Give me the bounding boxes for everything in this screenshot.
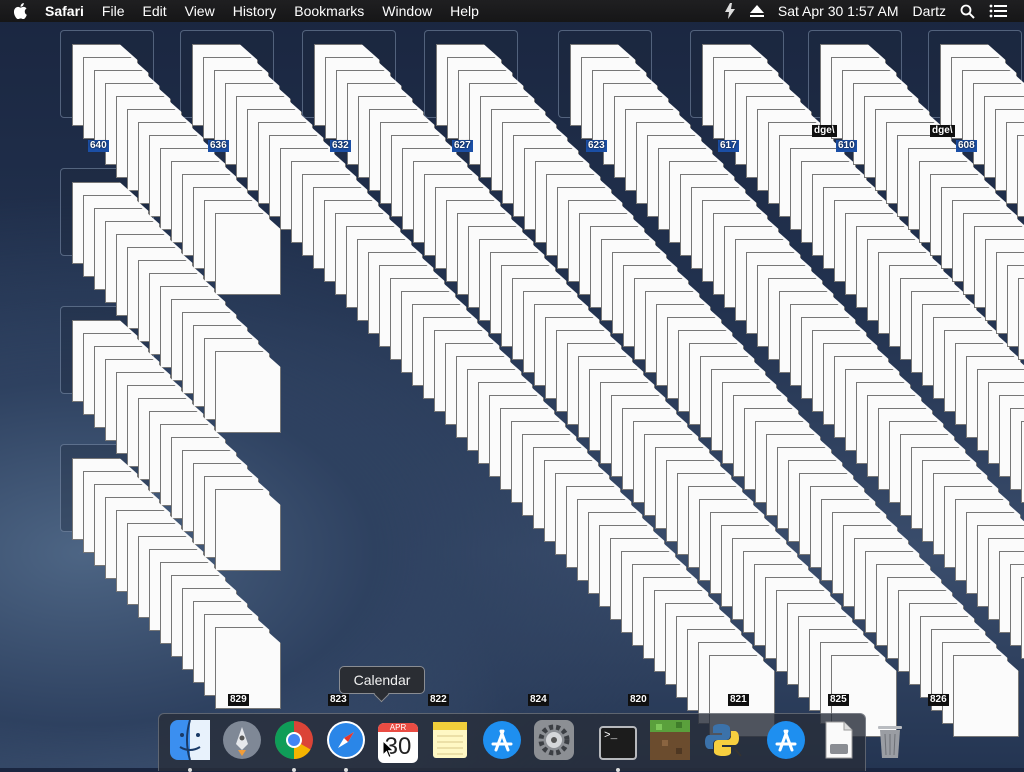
menu-bar: Safari File Edit View History Bookmarks Windo… [0,0,1024,22]
calendar-month: APR [378,722,418,732]
file-name-label: 829 [228,694,249,706]
menu-view[interactable]: View [176,0,224,22]
file-name-label: 627 [452,140,473,152]
dock-item-system-preferences[interactable] [531,720,577,766]
file-icon[interactable] [215,489,281,571]
running-indicator [188,767,192,772]
file-name-label: 610 [836,140,857,152]
dock-item-terminal[interactable]: >_ [595,720,641,772]
app-store-icon [482,720,522,765]
file-name-label: 821 [728,694,749,706]
file-name-label: 825 [828,694,849,706]
apple-menu-icon[interactable] [6,3,36,19]
desktop: 640 636 632 627 623 617 610 608 dge\ dge\ 829 823 82… [0,22,1024,768]
menu-help[interactable]: Help [441,0,488,22]
menu-bar-left: Safari File Edit View History Bookmarks Windo… [0,0,488,22]
finder-icon [170,719,210,765]
file-name-label: 623 [586,140,607,152]
dock-item-minecraft[interactable] [647,720,693,766]
notification-center-icon[interactable] [982,4,1014,18]
menu-items: File Edit View History Bookmarks Window Help [93,0,488,22]
running-indicator [292,767,296,772]
menu-file[interactable]: File [93,0,134,22]
file-name-label: 632 [330,140,351,152]
menu-edit[interactable]: Edit [133,0,175,22]
dock-item-downloads[interactable] [815,720,861,766]
dock-tooltip: Calendar [339,666,425,694]
dock-item-google-chrome[interactable] [271,720,317,772]
minecraft-icon [650,720,690,765]
python-icon [702,720,742,765]
menu-user[interactable]: Dartz [906,0,953,22]
running-indicator [616,767,620,772]
file-name-label: 820 [628,694,649,706]
running-indicator [344,767,348,772]
file-name-label: 826 [928,694,949,706]
file-icon[interactable] [215,351,281,433]
trash-icon [870,720,910,765]
file-icon[interactable] [1018,278,1024,360]
spotlight-search-icon[interactable] [953,4,982,19]
eject-icon[interactable] [743,5,771,17]
terminal-prompt: >_ [599,725,637,760]
file-name-label: 824 [528,694,549,706]
menu-history[interactable]: History [224,0,286,22]
dock-item-applications[interactable] [763,720,809,766]
applications-folder-icon [766,720,806,765]
file-name-label: 617 [718,140,739,152]
launchpad-icon [222,720,262,765]
menu-window[interactable]: Window [373,0,441,22]
file-name-label: 823 [328,694,349,706]
file-name-label: 636 [208,140,229,152]
file-name-label: 822 [428,694,449,706]
file-icon[interactable] [1017,135,1024,217]
chrome-icon [274,720,314,765]
menu-bookmarks[interactable]: Bookmarks [285,0,373,22]
file-name-label: 608 [956,140,977,152]
file-name-label: dge\ [812,125,837,137]
downloads-icon [818,720,858,765]
terminal-icon: >_ [599,725,637,760]
dock-item-finder[interactable] [167,719,213,772]
system-preferences-icon [534,720,574,765]
notes-icon [430,720,470,765]
dock-item-launchpad[interactable] [219,720,265,766]
dock-item-python-launcher[interactable] [699,720,745,766]
file-name-label: 640 [88,140,109,152]
dock-item-notes[interactable] [427,720,473,766]
safari-icon [326,720,366,765]
file-icon[interactable] [953,655,1019,737]
dock-item-calendar[interactable]: APR 30 [375,720,421,766]
dock-item-safari[interactable] [323,720,369,772]
menu-clock[interactable]: Sat Apr 30 1:57 AM [771,0,906,22]
file-icon[interactable] [215,213,281,295]
mouse-cursor-icon [382,739,395,764]
menu-app-name[interactable]: Safari [36,0,93,22]
dock-item-trash[interactable] [867,720,913,766]
file-name-label: dge\ [930,125,955,137]
dock-item-app-store[interactable] [479,720,525,766]
status-app-icon[interactable] [717,3,743,19]
menu-bar-right: Sat Apr 30 1:57 AM Dartz [717,0,1024,22]
dock: APR 30 >_ [158,713,902,772]
